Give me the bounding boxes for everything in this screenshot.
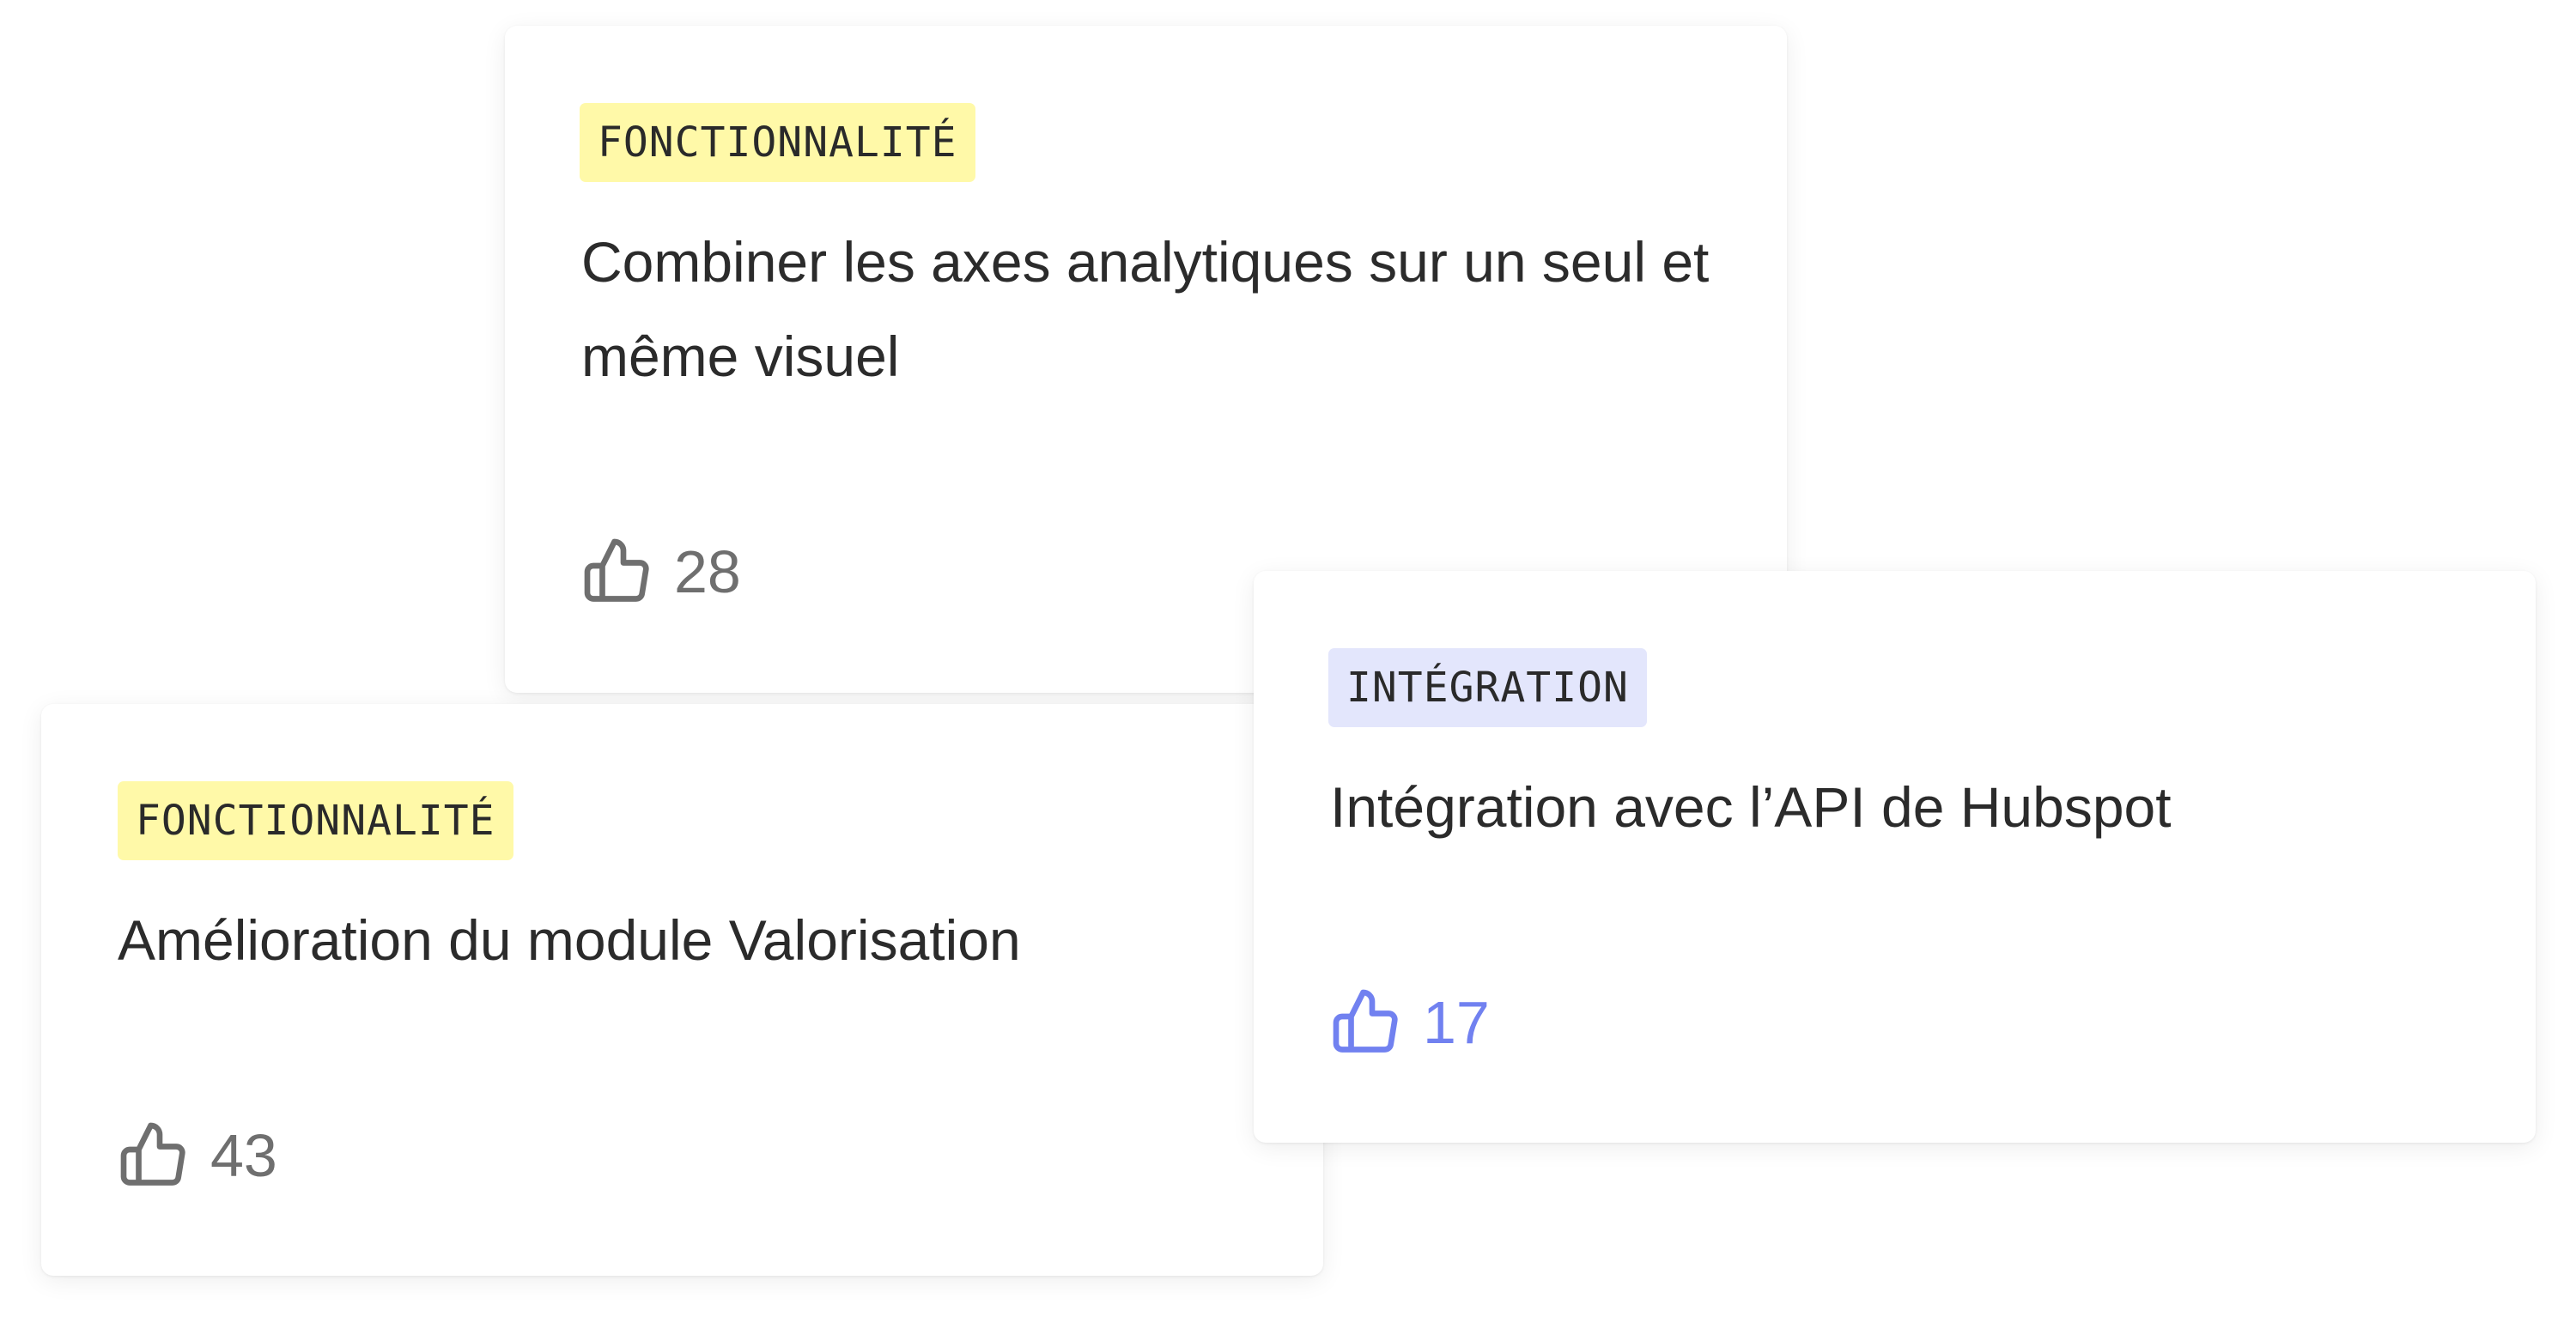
thumbs-up-icon (120, 1122, 185, 1186)
category-tag: INTÉGRATION (1328, 648, 1647, 727)
card-title: Combiner les axes analytiques sur un seu… (581, 230, 1710, 388)
upvote-button[interactable]: 28 (581, 531, 741, 613)
category-tag: FONCTIONNALITÉ (118, 781, 513, 860)
thumbs-up-icon (584, 538, 649, 602)
vote-count: 17 (1423, 989, 1490, 1056)
upvote-button[interactable]: 43 (118, 1114, 277, 1197)
category-tag: FONCTIONNALITÉ (580, 103, 975, 182)
thumbs-up-icon (1333, 989, 1398, 1053)
card-title: Amélioration du module Valorisation (118, 908, 1021, 972)
card-title: Intégration avec l’API de Hubspot (1330, 775, 2172, 839)
vote-count: 43 (210, 1122, 277, 1189)
feature-card[interactable]: FONCTIONNALITÉ Amélioration du module Va… (41, 704, 1323, 1276)
upvote-button[interactable]: 17 (1330, 981, 1490, 1064)
integration-card[interactable]: INTÉGRATION Intégration avec l’API de Hu… (1254, 571, 2536, 1143)
vote-count: 28 (674, 538, 741, 605)
